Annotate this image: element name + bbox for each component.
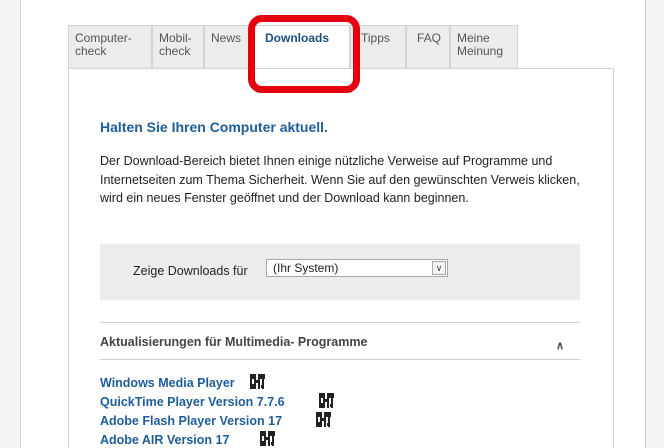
tab-mobilcheck[interactable]: Mobil- check [152,25,204,68]
tab-label: FAQ [417,31,442,45]
qr-code-icon[interactable] [316,412,331,427]
chevron-up-icon[interactable]: ∧ [556,339,564,352]
tab-label: Mobil- check [159,31,192,58]
qr-code-icon[interactable] [260,431,275,446]
tab-label: Meine Meinung [457,31,504,58]
tab-faq[interactable]: FAQ [406,25,450,68]
download-link[interactable]: Adobe AIR Version 17 [100,433,229,447]
tab-meine-meinung[interactable]: Meine Meinung [450,25,518,68]
tab-bar: Computer- check Mobil- check News Downlo… [68,25,518,68]
qr-code-icon[interactable] [250,374,265,389]
section-divider [100,359,580,360]
chevron-down-icon[interactable]: ∨ [432,261,446,275]
tab-tipps[interactable]: Tipps [350,25,406,68]
tab-news[interactable]: News [204,25,252,68]
tab-label: Downloads [265,31,330,45]
tab-label: News [211,31,242,45]
download-link[interactable]: Adobe Flash Player Version 17 [100,414,282,428]
tab-label: Computer- check [75,31,132,58]
intro-text: Der Download-Bereich bietet Ihnen einige… [100,154,580,205]
section-divider [100,322,580,323]
download-link[interactable]: QuickTime Player Version 7.7.6 [100,395,285,409]
tab-label: Tipps [361,31,390,45]
tab-downloads[interactable]: Downloads [252,25,350,68]
system-select-value: (Ihr System) [273,261,339,275]
tab-computercheck[interactable]: Computer- check [68,25,152,68]
section-title[interactable]: Aktualisierungen für Multimedia- Program… [100,335,367,349]
filter-label: Zeige Downloads für [133,264,248,278]
system-select[interactable]: (Ihr System) ∨ [266,259,448,277]
qr-code-icon[interactable] [319,393,334,408]
page-title: Halten Sie Ihren Computer aktuell. [100,119,328,135]
download-link[interactable]: Windows Media Player [100,376,235,390]
